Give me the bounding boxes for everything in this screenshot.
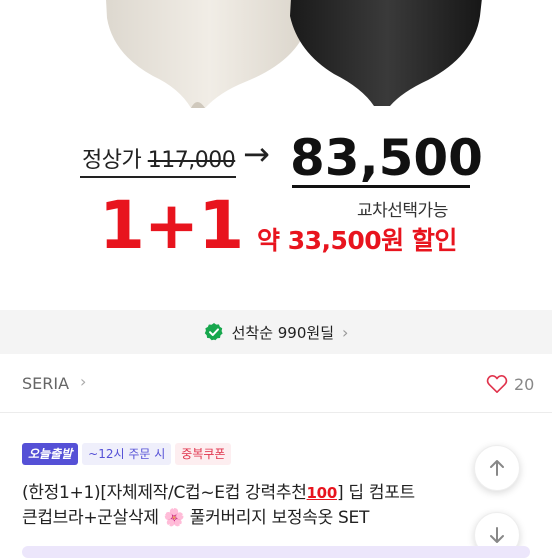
sale-price-underline — [292, 185, 470, 188]
original-price: 정상가 117,000 — [82, 142, 236, 174]
product-title: (한정1+1)[자체제작/C컵~E컵 강력추천100] 딥 컴포트 큰컵브라+군… — [22, 481, 492, 531]
flower-icon: 🌸 — [163, 508, 185, 528]
title-part: 큰컵브라+군살삭제 — [22, 508, 164, 528]
first-come-deal-banner[interactable]: 선착순 990원딜 › — [0, 310, 552, 354]
arrow-up-icon — [490, 460, 504, 476]
bottom-promo-strip[interactable] — [22, 546, 530, 558]
heart-icon[interactable] — [486, 374, 508, 394]
original-price-value: 117,000 — [147, 148, 236, 173]
bundle-label: 1+1 — [99, 187, 244, 264]
seller-name[interactable]: SERIA — [22, 374, 69, 393]
hundred-points-icon: 100 — [306, 484, 338, 502]
product-image: 정상가 117,000 → 83,500 1+1 교차선택가능 약 33,500… — [0, 0, 552, 310]
badge-list: 오늘출발 ~12시 주문 시 중복쿠폰 — [22, 443, 232, 465]
check-badge-icon — [204, 323, 223, 341]
banner-text: 선착순 990원딜 — [231, 323, 334, 342]
title-part: (한정1+1)[자체제작/C컵~E컵 강력추천 — [22, 483, 307, 503]
title-part: 풀커버리지 보정속옷 SET — [184, 508, 370, 528]
price-arrow: → — [243, 135, 270, 173]
discount-amount: 약 33,500원 할인 — [257, 226, 457, 255]
like-count: 20 — [514, 375, 535, 394]
original-price-label: 정상가 — [82, 148, 142, 173]
chevron-right-icon: › — [342, 322, 349, 342]
original-price-underline — [80, 176, 236, 178]
coupon-badge: 중복쿠폰 — [175, 443, 232, 465]
chevron-right-icon: › — [80, 372, 87, 391]
order-time-badge: ~12시 주문 시 — [82, 443, 172, 465]
scroll-up-button[interactable] — [474, 445, 520, 491]
arrow-down-icon — [490, 527, 504, 543]
black-brief-image — [290, 0, 482, 106]
sale-price: 83,500 — [290, 129, 483, 187]
today-ship-badge: 오늘출발 — [22, 443, 79, 465]
mix-select-note: 교차선택가능 — [357, 201, 448, 221]
seller-row[interactable]: SERIA › 20 — [0, 354, 552, 413]
title-part: ] 딥 컴포트 — [336, 483, 415, 503]
